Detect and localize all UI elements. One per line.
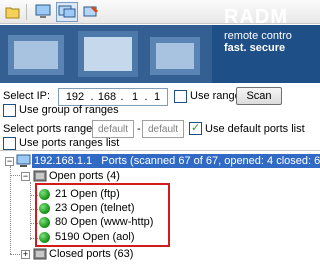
ip-octet-3[interactable]: 1 — [125, 91, 145, 103]
open-ports-label[interactable]: Open ports (4) — [49, 170, 120, 182]
port-to-input[interactable]: default — [142, 120, 184, 138]
banner-tagline: fast. secure — [224, 42, 286, 54]
open-port-status-icon — [39, 203, 50, 214]
ports-folder-icon — [33, 247, 47, 264]
ip-octet-2[interactable]: 168 — [97, 91, 117, 103]
banner-subtitle: remote contro — [224, 30, 292, 42]
collapse-open-ports-icon[interactable]: − — [21, 172, 30, 181]
port-from-input[interactable]: default — [92, 120, 134, 138]
ip-octet-1[interactable]: 192 — [65, 91, 85, 103]
open-port-item[interactable]: 23 Open (telnet) — [55, 202, 135, 214]
open-port-item[interactable]: 5190 Open (aol) — [55, 231, 135, 243]
open-port-status-icon — [39, 232, 50, 243]
collapse-host-icon[interactable]: − — [5, 157, 14, 166]
use-default-ports-label: Use default ports list — [205, 123, 305, 135]
toolbar-separator — [26, 4, 27, 20]
tools-icon[interactable] — [80, 2, 102, 22]
use-range-checkbox[interactable] — [174, 90, 187, 103]
port-range-dash: - — [137, 123, 141, 135]
open-port-status-icon — [39, 217, 50, 228]
network-scan-icon[interactable] — [32, 2, 54, 22]
banner-title: RADM — [224, 6, 288, 28]
expand-closed-ports-icon[interactable]: + — [21, 250, 30, 259]
host-summary: Ports (scanned 67 of 67, opened: 4 close… — [101, 155, 320, 167]
use-ports-ranges-label: Use ports ranges list — [19, 137, 120, 149]
ip-octet-4[interactable]: 1 — [147, 91, 167, 103]
use-group-label: Use group of ranges — [19, 104, 119, 116]
closed-ports-label[interactable]: Closed ports (63) — [49, 248, 133, 260]
open-port-status-icon — [39, 189, 50, 200]
use-range-label: Use range — [190, 90, 241, 102]
computer-icon — [16, 154, 31, 171]
use-default-ports-checkbox[interactable] — [189, 121, 202, 135]
use-ports-ranges-checkbox[interactable] — [3, 137, 16, 150]
open-port-item[interactable]: 21 Open (ftp) — [55, 188, 120, 200]
use-group-checkbox[interactable] — [3, 104, 16, 117]
host-ip: 192.168.1.1 — [34, 155, 93, 167]
open-port-item[interactable]: 80 Open (www-http) — [55, 216, 153, 228]
select-ip-label: Select IP: — [3, 90, 51, 102]
host-row[interactable]: 192.168.1.1 Ports (scanned 67 of 67, ope… — [32, 154, 320, 168]
open-folder-icon[interactable] — [2, 2, 24, 22]
ip-dot: . — [90, 91, 94, 103]
remote-control-icon[interactable] — [56, 2, 78, 22]
scan-button[interactable]: Scan — [236, 87, 282, 105]
ports-range-label: Select ports range: — [3, 123, 96, 135]
